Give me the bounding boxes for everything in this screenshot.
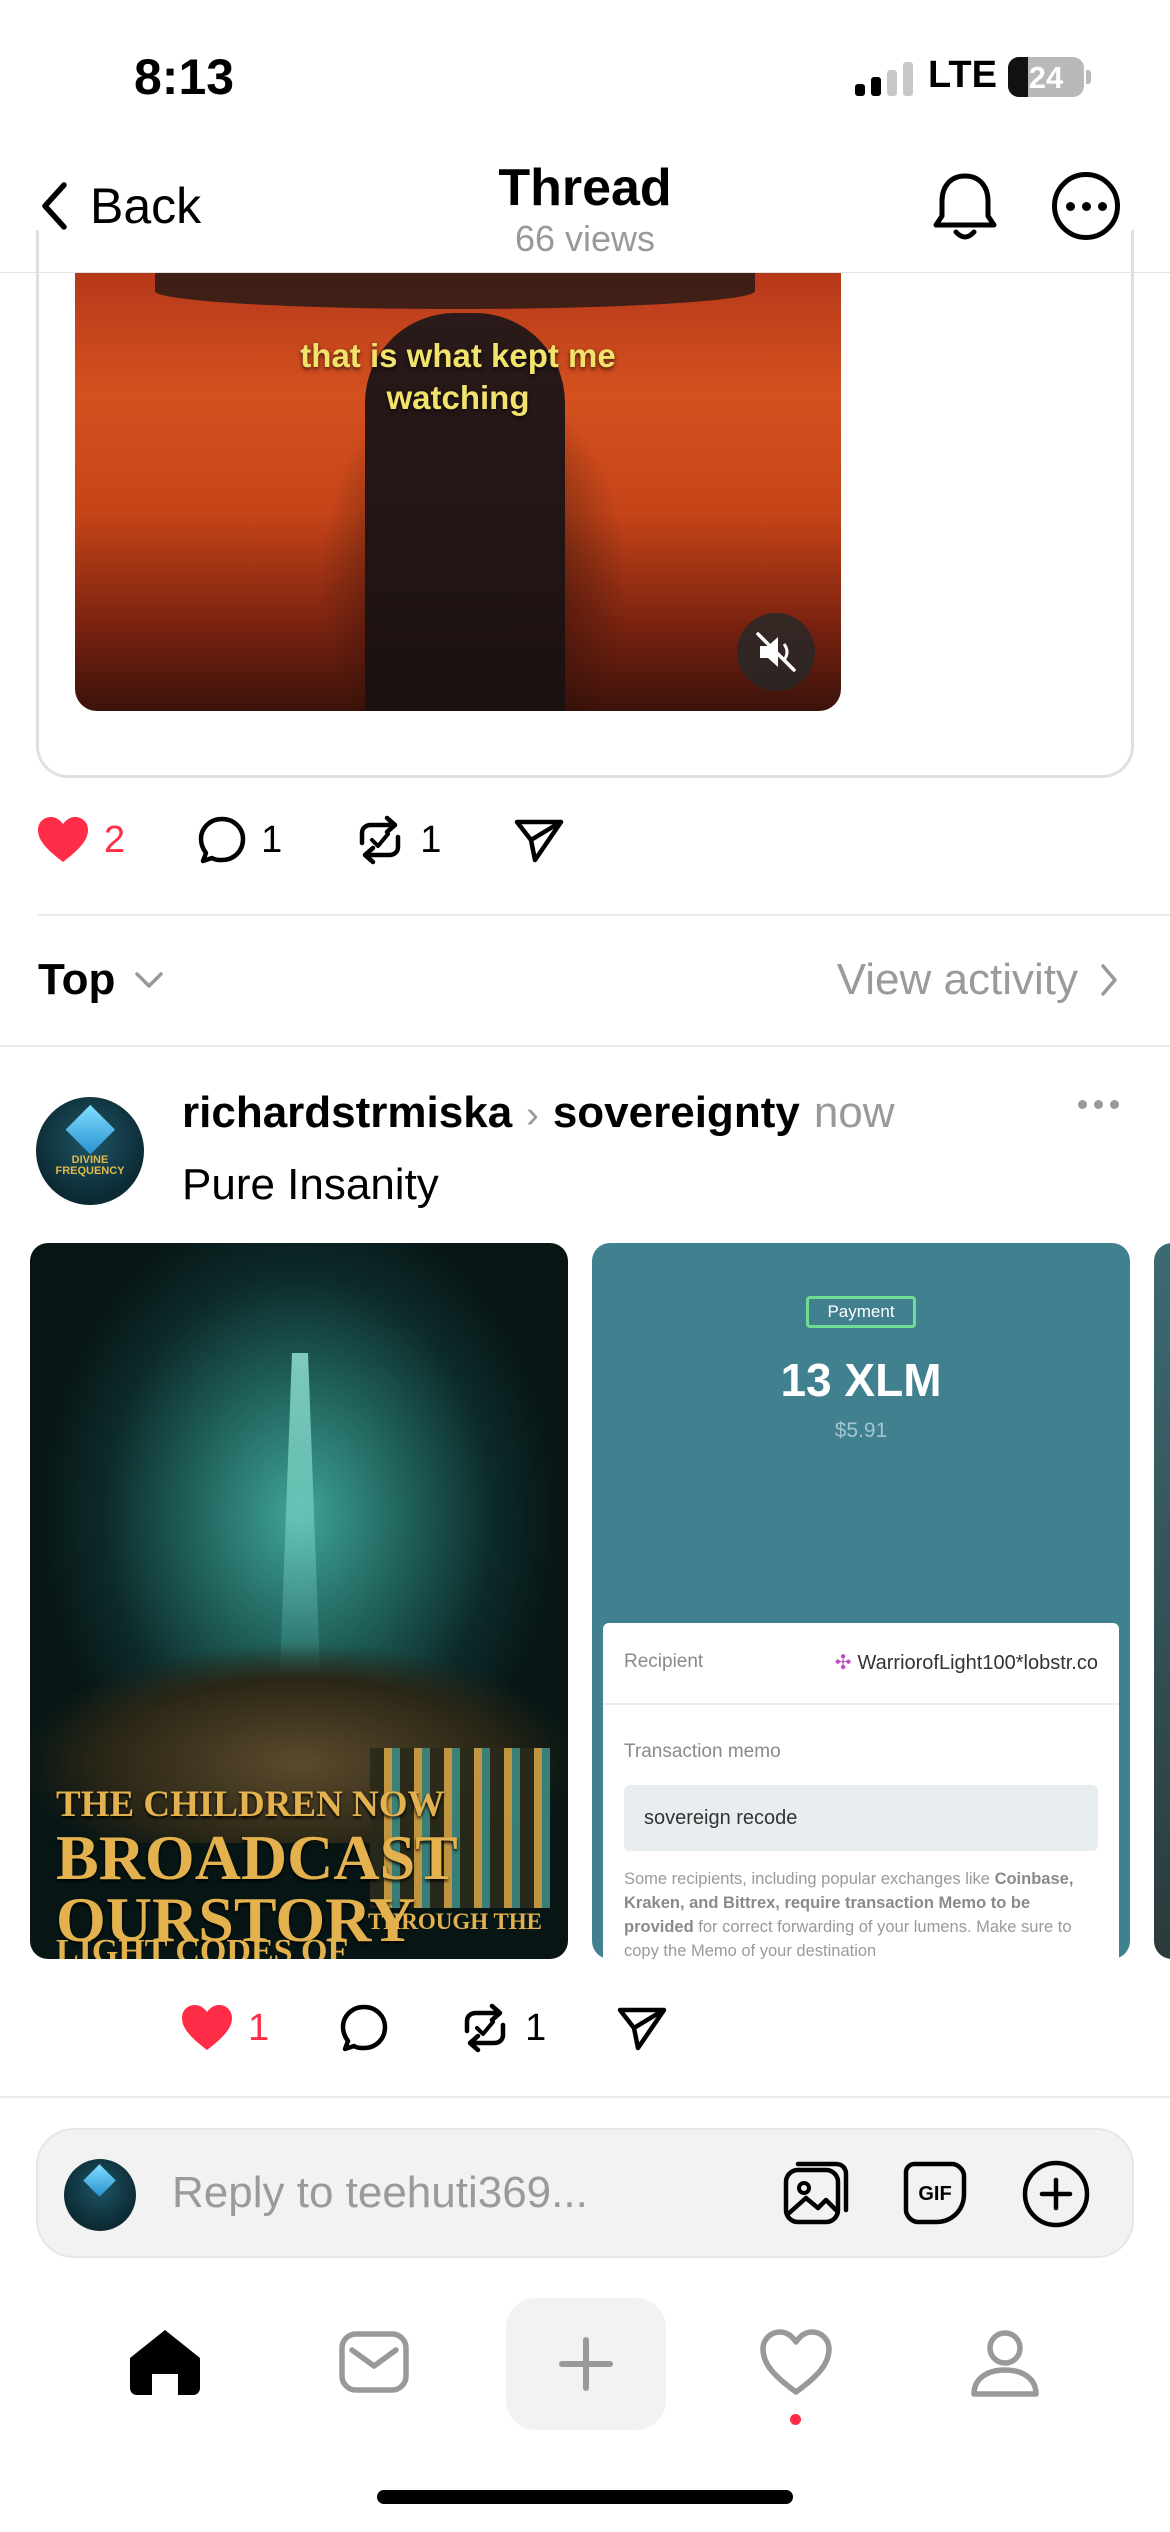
post-header: richardstrmiska › sovereignty now <box>182 1088 895 1138</box>
add-button[interactable] <box>1020 2158 1092 2235</box>
plus-icon <box>559 2337 613 2391</box>
video-caption: that is what kept me watching <box>75 335 841 419</box>
repost-button[interactable]: 1 <box>459 2003 546 2053</box>
heart-icon <box>760 2329 832 2395</box>
memo-value: sovereign recode <box>624 1785 1098 1851</box>
reply-count: 1 <box>261 818 283 861</box>
poster-line1: THE CHILDREN NOW <box>56 1784 445 1825</box>
home-indicator <box>377 2490 793 2504</box>
poster-line5: LIGHT CODES OF SOVEREIGNTY <box>56 1933 347 1959</box>
tab-inbox[interactable] <box>338 2330 410 2399</box>
recipient-value: ✣ WarriorofLight100*lobstr.co <box>835 1650 1098 1675</box>
heart-filled-icon <box>182 2005 232 2050</box>
status-time: 8:13 <box>134 49 235 105</box>
reply-button[interactable] <box>339 2003 389 2053</box>
video-player[interactable]: that is what kept me watching <box>75 273 841 711</box>
send-icon <box>515 819 564 863</box>
battery-tip <box>1086 70 1091 84</box>
comment-icon <box>198 816 246 864</box>
home-icon <box>130 2330 200 2395</box>
recipient-label: Recipient <box>624 1651 704 1672</box>
plus-circle-icon <box>1022 2160 1090 2228</box>
repost-button[interactable]: 1 <box>354 815 441 865</box>
tab-activity[interactable] <box>758 2328 834 2403</box>
like-button[interactable]: 2 <box>36 815 125 865</box>
like-count: 1 <box>248 2006 270 2049</box>
post-image-partial[interactable] <box>1154 1243 1170 1959</box>
repost-count: 1 <box>525 2006 547 2049</box>
payment-badge: Payment <box>806 1296 916 1328</box>
mail-icon <box>339 2331 409 2393</box>
share-button[interactable] <box>513 816 565 864</box>
chevron-right-icon <box>1101 964 1117 996</box>
heart-filled-icon <box>38 817 88 862</box>
video-caption-line2: watching <box>386 379 530 416</box>
post-actions: 1 1 <box>180 2003 668 2053</box>
tab-compose[interactable] <box>506 2298 666 2430</box>
chevron-right-icon: › <box>526 1094 539 1136</box>
speaker-muted-icon <box>756 632 796 672</box>
divider <box>0 1045 1170 1047</box>
repost-count: 1 <box>420 818 442 861</box>
divider <box>0 2096 1170 2098</box>
memo-label: Transaction memo <box>624 1741 781 1762</box>
post-image-payment[interactable]: Payment 13 XLM $5.91 Recipient ✣ Warrioro… <box>592 1243 1130 1959</box>
person-icon <box>971 2330 1039 2397</box>
view-activity-link[interactable]: View activity <box>837 955 1118 1005</box>
recipient-address: WarriorofLight100*lobstr.co <box>857 1652 1099 1674</box>
tab-profile[interactable] <box>968 2326 1042 2405</box>
poster-line4: THROUGH THE <box>368 1909 543 1934</box>
post-topic[interactable]: sovereignty <box>553 1088 800 1138</box>
post-timestamp: now <box>813 1088 895 1137</box>
gif-icon: GIF <box>903 2161 967 2225</box>
note-text: Some recipients, including popular excha… <box>624 1870 995 1888</box>
main-post-actions: 2 1 1 <box>36 815 565 865</box>
photo-icon <box>783 2161 849 2225</box>
notification-dot <box>790 2414 801 2425</box>
like-button[interactable]: 1 <box>180 2003 269 2053</box>
lobstr-icon: ✣ <box>834 1652 852 1674</box>
tab-home[interactable] <box>126 2326 204 2403</box>
reply-input[interactable]: Reply to teehuti369... <box>172 2168 588 2218</box>
post-username[interactable]: richardstrmiska <box>182 1088 512 1138</box>
image-attach-button[interactable] <box>782 2158 852 2233</box>
repost-icon <box>360 815 401 865</box>
poster-line2: BROADCAST <box>56 1822 458 1893</box>
avatar[interactable]: DIVINE FREQUENCY <box>36 1097 144 1205</box>
send-icon <box>618 2007 667 2051</box>
signal-icon <box>855 62 915 96</box>
network-label: LTE <box>928 54 997 96</box>
sort-label: Top <box>38 955 116 1004</box>
avatar-text: DIVINE FREQUENCY <box>55 1154 125 1178</box>
chevron-down-icon <box>135 972 164 988</box>
like-count: 2 <box>104 818 126 861</box>
battery-level: 24 <box>1028 60 1064 95</box>
svg-text:GIF: GIF <box>918 2183 951 2205</box>
reply-avatar <box>64 2159 136 2231</box>
payment-details-card: Recipient ✣ WarriorofLight100*lobstr.co T… <box>603 1623 1119 1959</box>
share-button[interactable] <box>616 2004 668 2052</box>
payment-amount: 13 XLM <box>780 1354 942 1406</box>
payment-usd: $5.91 <box>834 1419 888 1442</box>
post-text: Pure Insanity <box>182 1160 439 1209</box>
view-activity-label: View activity <box>836 955 1078 1004</box>
post-image-poster[interactable]: THE CHILDREN NOW BROADCAST OURSTORY THRO… <box>30 1243 568 1959</box>
sort-dropdown[interactable]: Top <box>38 955 165 1005</box>
post-more-button[interactable] <box>1078 1100 1119 1109</box>
battery-icon: 24 <box>1008 57 1084 97</box>
repost-icon <box>464 2003 506 2053</box>
comment-icon <box>340 2004 388 2052</box>
gif-button[interactable]: GIF <box>900 2158 970 2233</box>
video-caption-line1: that is what kept me <box>300 337 616 374</box>
divider <box>38 914 1170 916</box>
reply-button[interactable]: 1 <box>197 815 282 865</box>
mute-button[interactable] <box>737 613 815 691</box>
memo-note: Some recipients, including popular excha… <box>624 1867 1098 1959</box>
